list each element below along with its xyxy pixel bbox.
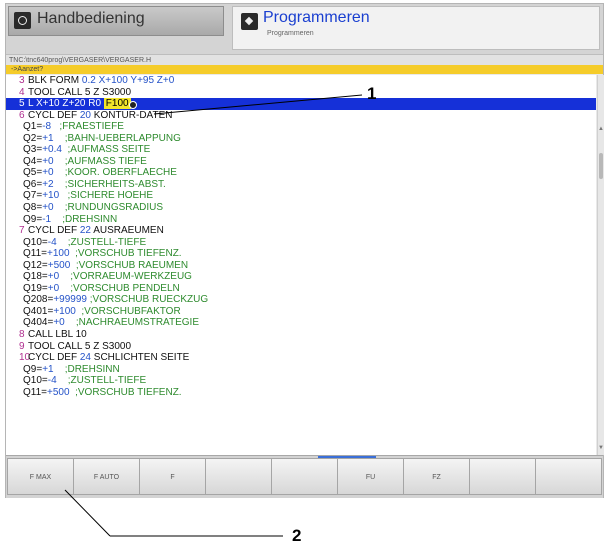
callout-number-1: 1 bbox=[367, 84, 377, 103]
callout-2-leader bbox=[64, 489, 111, 537]
callout-number-2: 2 bbox=[292, 526, 302, 545]
callout-1-leader bbox=[153, 94, 363, 115]
callout-lines bbox=[64, 94, 363, 537]
